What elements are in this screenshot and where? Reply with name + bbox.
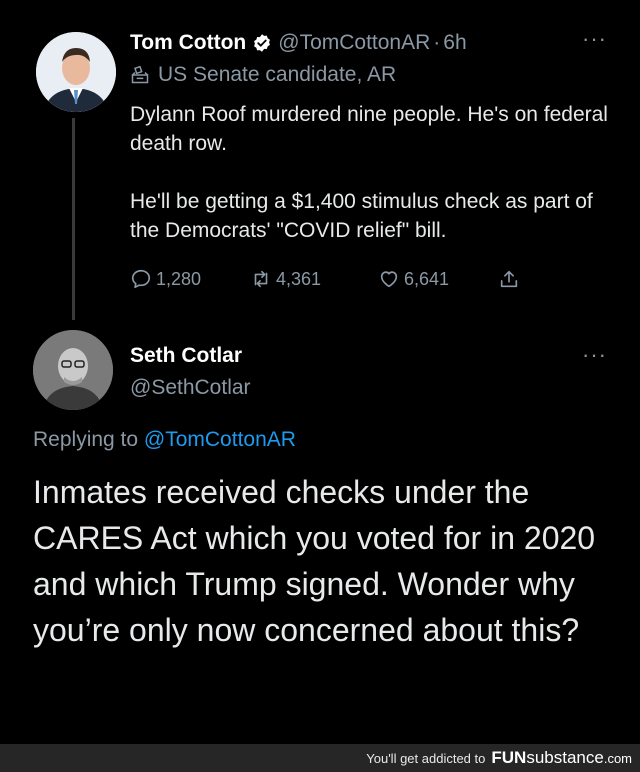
avatar-tom-cotton[interactable] [36,32,116,112]
reply-display-name[interactable]: Seth Cotlar [130,344,242,368]
reply-handle[interactable]: @SethCotlar [130,376,251,400]
retweet-count: 4,361 [276,268,322,289]
timestamp[interactable]: 6h [443,31,466,55]
replying-prefix: Replying to [33,428,144,451]
reply-count: 1,280 [156,268,202,289]
display-name[interactable]: Tom Cotton [130,31,246,55]
avatar-photo-icon [36,32,116,112]
separator-dot: · [433,31,441,54]
like-count: 6,641 [404,268,450,289]
avatar-seth-cotlar[interactable] [33,330,113,410]
ballot-box-icon [131,65,149,84]
retweet-button[interactable]: 4,361 [250,268,321,290]
handle[interactable]: @TomCottonAR [278,31,430,55]
retweet-icon [254,270,268,288]
like-button[interactable]: 6,641 [378,268,449,290]
tweet-header: Tom Cotton @TomCottonAR · 6h [130,30,467,56]
account-label: US Senate candidate, AR [130,63,396,87]
footer-text: You'll get addicted to [366,750,486,766]
more-options-icon[interactable]: ··· [582,28,607,50]
reply-icon [131,269,151,289]
reply-button[interactable]: 1,280 [130,268,201,290]
avatar-photo-icon [33,330,113,410]
reply-text: Inmates received checks under the CARES … [33,474,596,648]
share-icon [500,270,518,288]
logo-domain: .com [603,750,632,766]
verified-badge-icon [254,34,271,52]
logo-fun: FUN [491,748,527,767]
share-button[interactable] [498,268,524,290]
replying-to: Replying to @TomCottonAR [33,428,296,452]
heart-icon [380,271,398,288]
thread-line [72,118,75,320]
more-options-icon[interactable]: ··· [582,344,607,366]
funsubstance-logo: FUN substance .com [491,748,632,768]
tweet-text: Dylann Roof murdered nine people. He's o… [130,103,608,242]
tweet-original[interactable]: Tom Cotton @TomCottonAR · 6h ··· US Sena… [0,0,640,320]
mention-link[interactable]: @TomCottonAR [144,428,296,451]
label-text: US Senate candidate, AR [158,63,397,86]
logo-substance: substance [526,748,604,767]
watermark-footer: You'll get addicted to FUN substance .com [0,744,640,772]
